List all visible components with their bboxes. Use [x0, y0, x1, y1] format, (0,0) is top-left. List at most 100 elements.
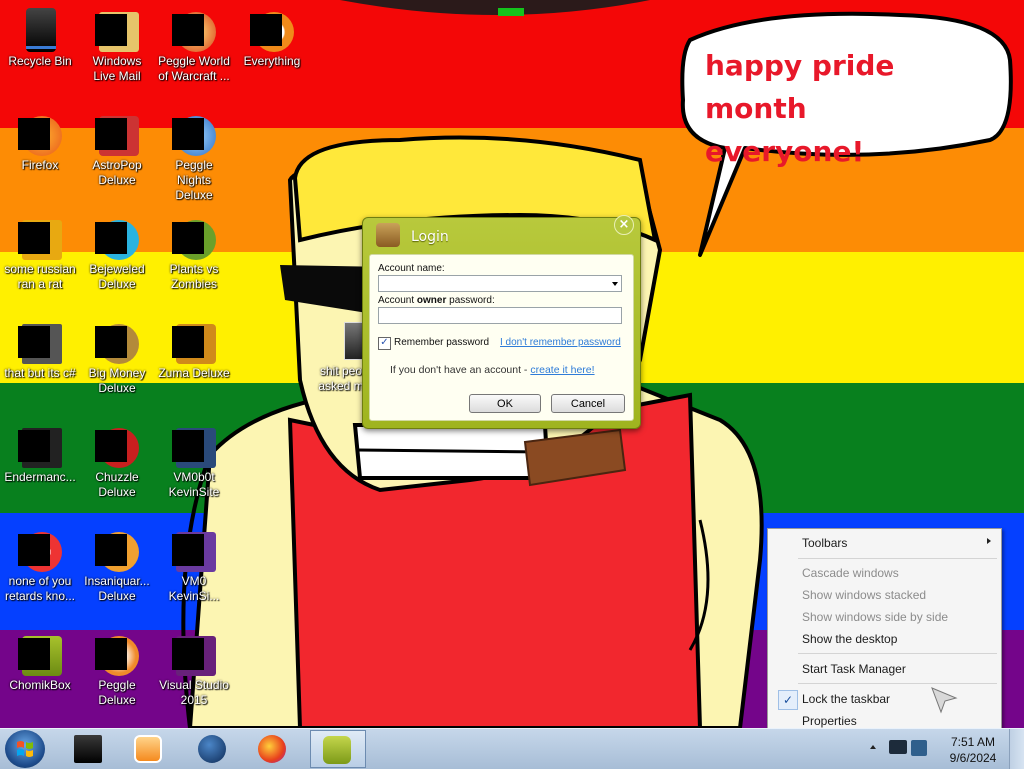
forgot-password-link[interactable]: I don't remember password: [500, 337, 621, 348]
desktop-icon-label: Firefox: [21, 158, 59, 172]
volume-icon[interactable]: [911, 740, 927, 756]
desktop-icon-peggle-wow[interactable]: Peggle World of Warcraft ...: [156, 2, 232, 84]
owner-password-label-pre: Account: [378, 295, 417, 306]
recycle-bin-icon: [18, 8, 62, 52]
desktop-icon-insaniquarium[interactable]: Insaniquar... Deluxe: [79, 522, 155, 604]
plants-vs-zombies-icon: [172, 216, 216, 260]
menu-item-lock-the-taskbar[interactable]: Lock the taskbar: [802, 692, 890, 706]
mail-icon: [95, 8, 139, 52]
menu-item-properties[interactable]: Properties: [802, 714, 857, 728]
ie-icon: [18, 216, 62, 260]
show-hidden-icons-icon[interactable]: [870, 745, 876, 749]
menu-separator: [798, 558, 997, 559]
everything-search-icon: [250, 8, 294, 52]
desktop-icon-label: Big Money Deluxe: [88, 366, 146, 395]
menu-separator: [798, 653, 997, 654]
vm-icon: [172, 424, 216, 468]
show-desktop-button[interactable]: [1009, 729, 1024, 769]
desktop-icon-none-of-you[interactable]: none of you retards kno...: [2, 522, 78, 604]
desktop-icon-label: VM0 KevinSi...: [168, 574, 220, 603]
owner-password-label-bold: owner: [416, 295, 447, 306]
network-icon[interactable]: [889, 740, 907, 754]
login-dialog: Login × Account name: Account owner pass…: [362, 215, 641, 429]
desktop-icon-label: Endermanc...: [4, 470, 76, 484]
desktop-icon-vm0b0t[interactable]: VM0b0t KevinSite: [156, 418, 232, 500]
taskbar-chomikbox[interactable]: [310, 730, 366, 768]
chrome-icon: [18, 528, 62, 572]
cancel-button[interactable]: Cancel: [551, 394, 625, 413]
chomikbox-icon: [18, 632, 62, 676]
firefox-icon: [258, 735, 286, 763]
desktop-icon-vm0[interactable]: VM0 KevinSi...: [156, 522, 232, 604]
owner-password-label-post: password:: [446, 295, 495, 306]
desktop-icon-astropop[interactable]: AstroPop Deluxe: [79, 106, 155, 188]
close-icon[interactable]: ×: [614, 215, 634, 235]
menu-item-start-task-manager[interactable]: Start Task Manager: [802, 662, 906, 676]
taskbar-black-box-app[interactable]: [62, 730, 114, 768]
window-icon: [18, 424, 62, 468]
desktop-icon-that-but-its-csharp[interactable]: that but its c#: [2, 314, 78, 381]
menu-item-show-windows-stacked[interactable]: Show windows stacked: [802, 588, 926, 602]
login-titlebar[interactable]: Login: [363, 218, 640, 252]
desktop-icon-big-money[interactable]: Big Money Deluxe: [79, 314, 155, 396]
chevron-down-icon[interactable]: [612, 282, 618, 286]
astropop-icon: [95, 112, 139, 156]
taskbar-globe[interactable]: [186, 730, 238, 768]
desktop-icon-plants-vs-zombies[interactable]: Plants vs Zombies: [156, 210, 232, 292]
desktop-icon-label: Peggle Deluxe: [98, 678, 136, 707]
mouse-pointer-icon: [931, 687, 958, 714]
chomikbox-icon: [323, 736, 351, 764]
desktop-icon-label: Insaniquar... Deluxe: [84, 574, 150, 603]
start-button[interactable]: [5, 730, 45, 768]
ok-button[interactable]: OK: [469, 394, 541, 413]
desktop-icon-endermanc[interactable]: Endermanc...: [2, 418, 78, 485]
account-name-field[interactable]: [378, 275, 622, 292]
desktop-icon-label: that but its c#: [4, 366, 76, 380]
remember-password-checkbox[interactable]: ✓: [378, 337, 391, 350]
menu-item-cascade-windows[interactable]: Cascade windows: [802, 566, 899, 580]
menu-item-show-windows-side-by-side[interactable]: Show windows side by side: [802, 610, 948, 624]
checkmark-icon: ✓: [778, 690, 798, 710]
owner-password-field[interactable]: [378, 307, 622, 324]
desktop-icon-visual-studio[interactable]: Visual Studio 2015: [156, 626, 232, 708]
peggle-nights-icon: [172, 112, 216, 156]
windows-logo-icon: [17, 741, 33, 757]
speech-bubble-line-2: everyone!: [705, 135, 865, 168]
desktop-icon-peggle-nights[interactable]: Peggle Nights Deluxe: [156, 106, 232, 203]
clock[interactable]: 7:51 AM 9/6/2024: [940, 734, 1006, 766]
remember-password-label[interactable]: Remember password: [394, 337, 489, 348]
desktop-icon-peggle-deluxe[interactable]: Peggle Deluxe: [79, 626, 155, 708]
system-tray: 7:51 AM 9/6/2024: [864, 729, 1024, 769]
desktop-icon-chuzzle[interactable]: Chuzzle Deluxe: [79, 418, 155, 500]
black-box-app-icon: [74, 735, 102, 763]
create-account-link[interactable]: create it here!: [530, 364, 594, 376]
menu-item-toolbars[interactable]: Toolbars: [802, 536, 847, 550]
desktop-icon-label: Plants vs Zombies: [169, 262, 219, 291]
desktop-icon-bejeweled[interactable]: Bejeweled Deluxe: [79, 210, 155, 292]
speech-bubble-line-1: happy pride month: [705, 49, 895, 125]
vm-icon: [172, 528, 216, 572]
chomikbox-icon: [376, 223, 400, 247]
desktop-icon-everything[interactable]: Everything: [234, 2, 310, 69]
desktop-icon-chomikbox[interactable]: ChomikBox: [2, 626, 78, 693]
desktop-icon-label: Peggle Nights Deluxe: [175, 158, 213, 202]
taskbar-media-player[interactable]: [122, 730, 174, 768]
taskbar-firefox[interactable]: [246, 730, 298, 768]
login-title: Login: [411, 229, 449, 245]
desktop-icon-label: some russian ran a rat: [4, 262, 76, 291]
desktop-icon-windows-live-mail[interactable]: Windows Live Mail: [79, 2, 155, 84]
desktop-icon-recycle-bin[interactable]: Recycle Bin: [2, 2, 78, 69]
menu-item-show-the-desktop[interactable]: Show the desktop: [802, 632, 897, 646]
menu-separator: [798, 683, 997, 684]
chuzzle-icon: [95, 424, 139, 468]
desktop-icon-label: Bejeweled Deluxe: [89, 262, 145, 291]
taskbar: 7:51 AM 9/6/2024: [0, 728, 1024, 769]
chevron-right-icon: [987, 538, 991, 544]
desktop-icon-some-russian[interactable]: some russian ran a rat: [2, 210, 78, 292]
shortcut-icon: [18, 320, 62, 364]
desktop-icon-label: Zuma Deluxe: [158, 366, 230, 380]
desktop-icon-zuma[interactable]: Zuma Deluxe: [156, 314, 232, 381]
desktop-icon-firefox[interactable]: Firefox: [2, 106, 78, 173]
firefox-icon: [18, 112, 62, 156]
peggle-deluxe-icon: [95, 632, 139, 676]
